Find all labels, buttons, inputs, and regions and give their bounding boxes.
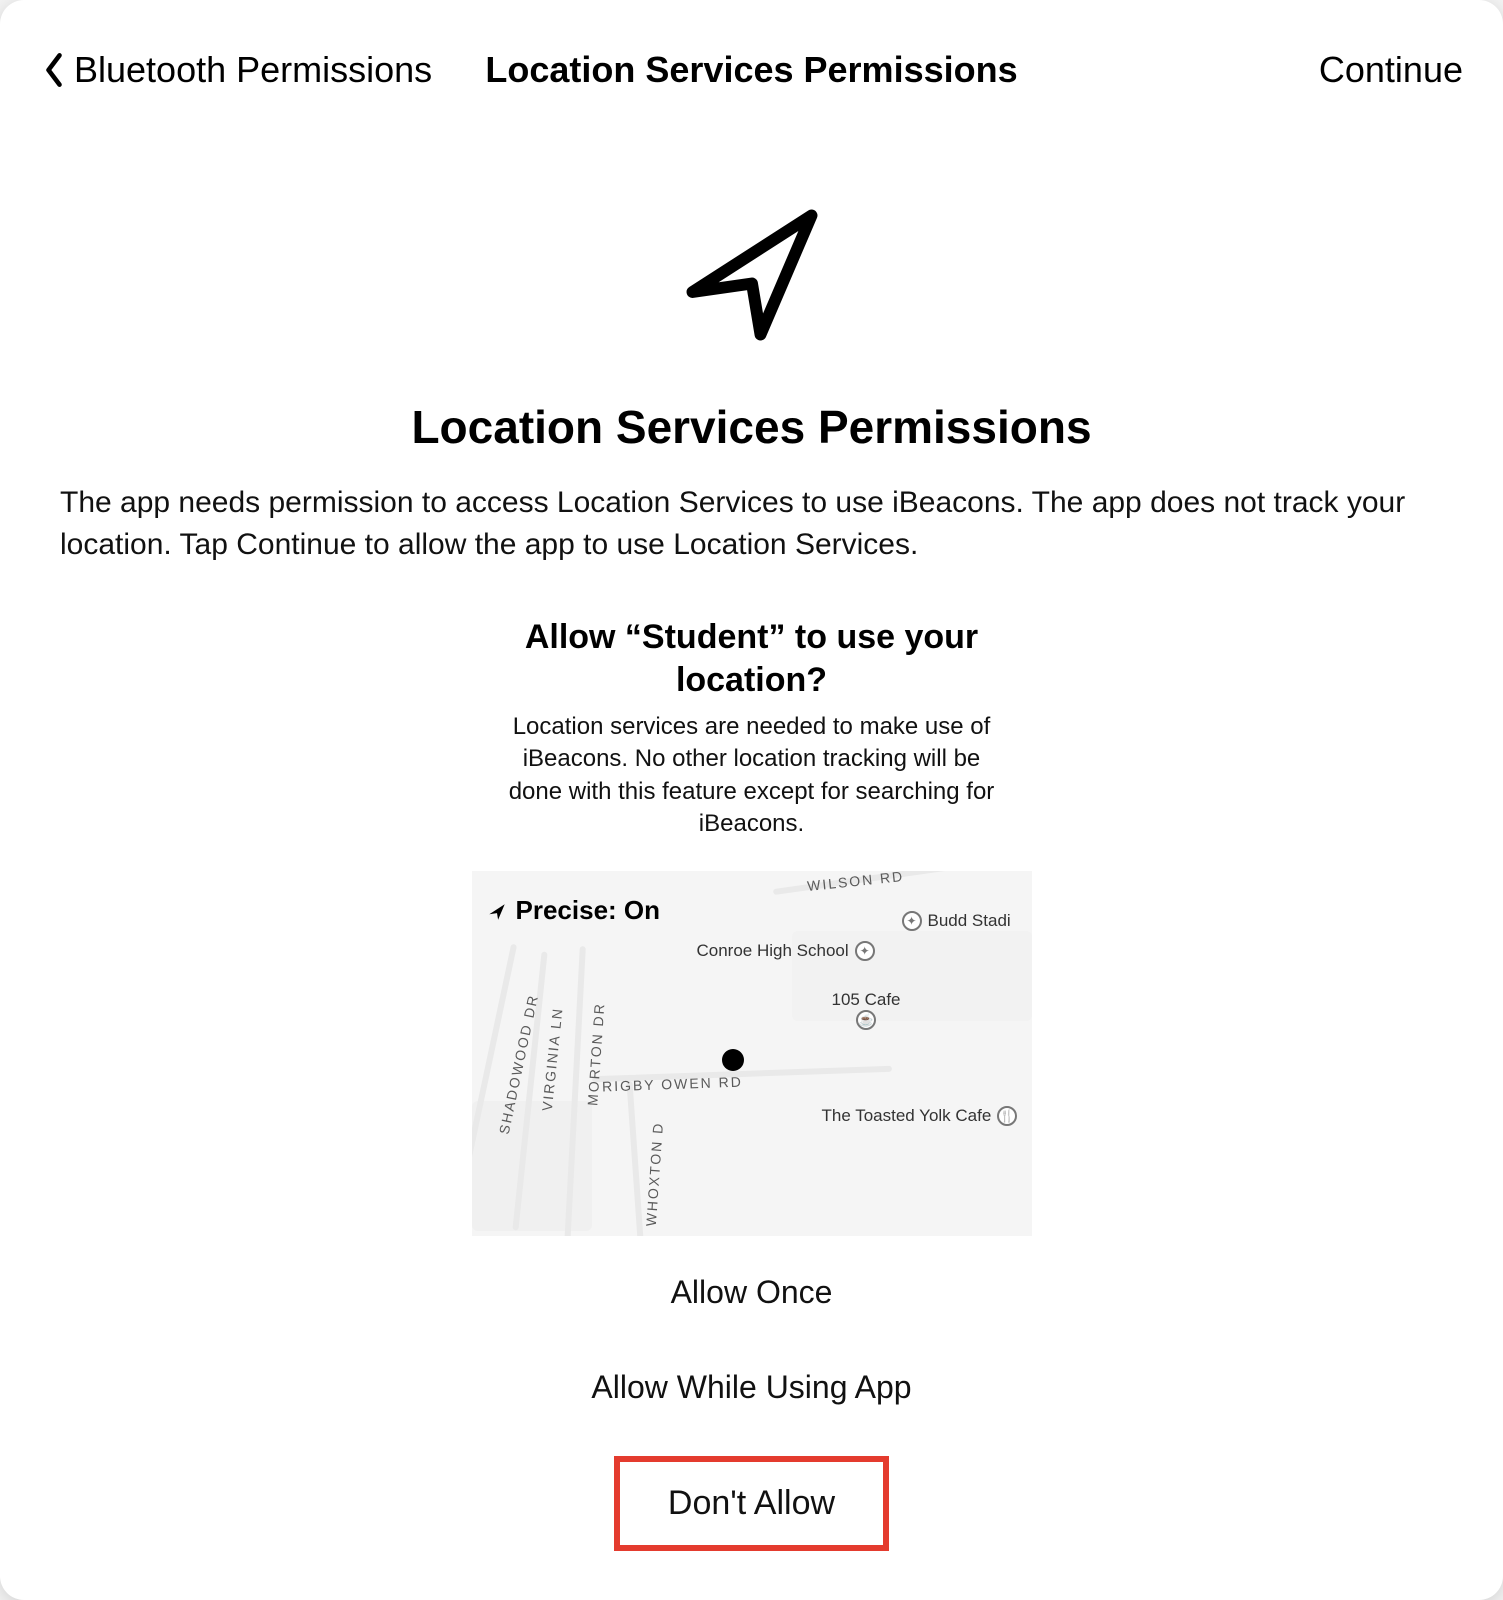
screen: Bluetooth Permissions Location Services …	[0, 0, 1503, 1600]
poi-marker-icon: ✦	[902, 911, 922, 931]
poi-105-cafe: 105 Cafe ☕	[832, 991, 901, 1031]
allow-while-using-button[interactable]: Allow While Using App	[567, 1361, 935, 1414]
poi-label: 105 Cafe	[832, 991, 901, 1009]
precise-label: Precise: On	[516, 895, 661, 926]
hero-title: Location Services Permissions	[40, 400, 1463, 454]
hero-description: The app needs permission to access Locat…	[40, 482, 1463, 566]
user-location-dot	[722, 1049, 744, 1071]
location-arrow-icon	[40, 190, 1463, 360]
precise-toggle[interactable]: Precise: On	[486, 895, 661, 926]
poi-label: Budd Stadi	[928, 912, 1011, 930]
back-button[interactable]: Bluetooth Permissions	[40, 49, 432, 91]
poi-marker-icon: ✦	[855, 941, 875, 961]
dont-allow-button[interactable]: Don't Allow	[614, 1456, 889, 1551]
poi-marker-icon: ☕	[856, 1010, 876, 1030]
navbar: Bluetooth Permissions Location Services …	[40, 40, 1463, 100]
poi-label: Conroe High School	[697, 942, 849, 960]
chevron-left-icon	[40, 50, 68, 90]
hero: Location Services Permissions The app ne…	[40, 190, 1463, 566]
poi-toasted-yolk: The Toasted Yolk Cafe 🍴	[822, 1106, 1018, 1126]
back-label: Bluetooth Permissions	[74, 49, 432, 91]
page-title: Location Services Permissions	[485, 49, 1017, 91]
poi-label: The Toasted Yolk Cafe	[822, 1107, 992, 1125]
poi-marker-icon: 🍴	[997, 1106, 1017, 1126]
allow-once-button[interactable]: Allow Once	[647, 1266, 857, 1319]
location-alert: Allow “Student” to use your location? Lo…	[472, 616, 1032, 1551]
poi-budd-stadium: ✦ Budd Stadi	[902, 911, 1011, 931]
map-preview: WILSON RD RIGBY OWEN RD SHADOWOOD DR VIR…	[472, 871, 1032, 1236]
poi-conroe-high: Conroe High School ✦	[697, 941, 875, 961]
location-arrow-small-icon	[486, 899, 508, 921]
alert-body: Location services are needed to make use…	[472, 711, 1032, 841]
continue-button[interactable]: Continue	[1319, 49, 1463, 91]
alert-title: Allow “Student” to use your location?	[472, 616, 1032, 701]
alert-options: Allow Once Allow While Using App Don't A…	[472, 1266, 1032, 1551]
